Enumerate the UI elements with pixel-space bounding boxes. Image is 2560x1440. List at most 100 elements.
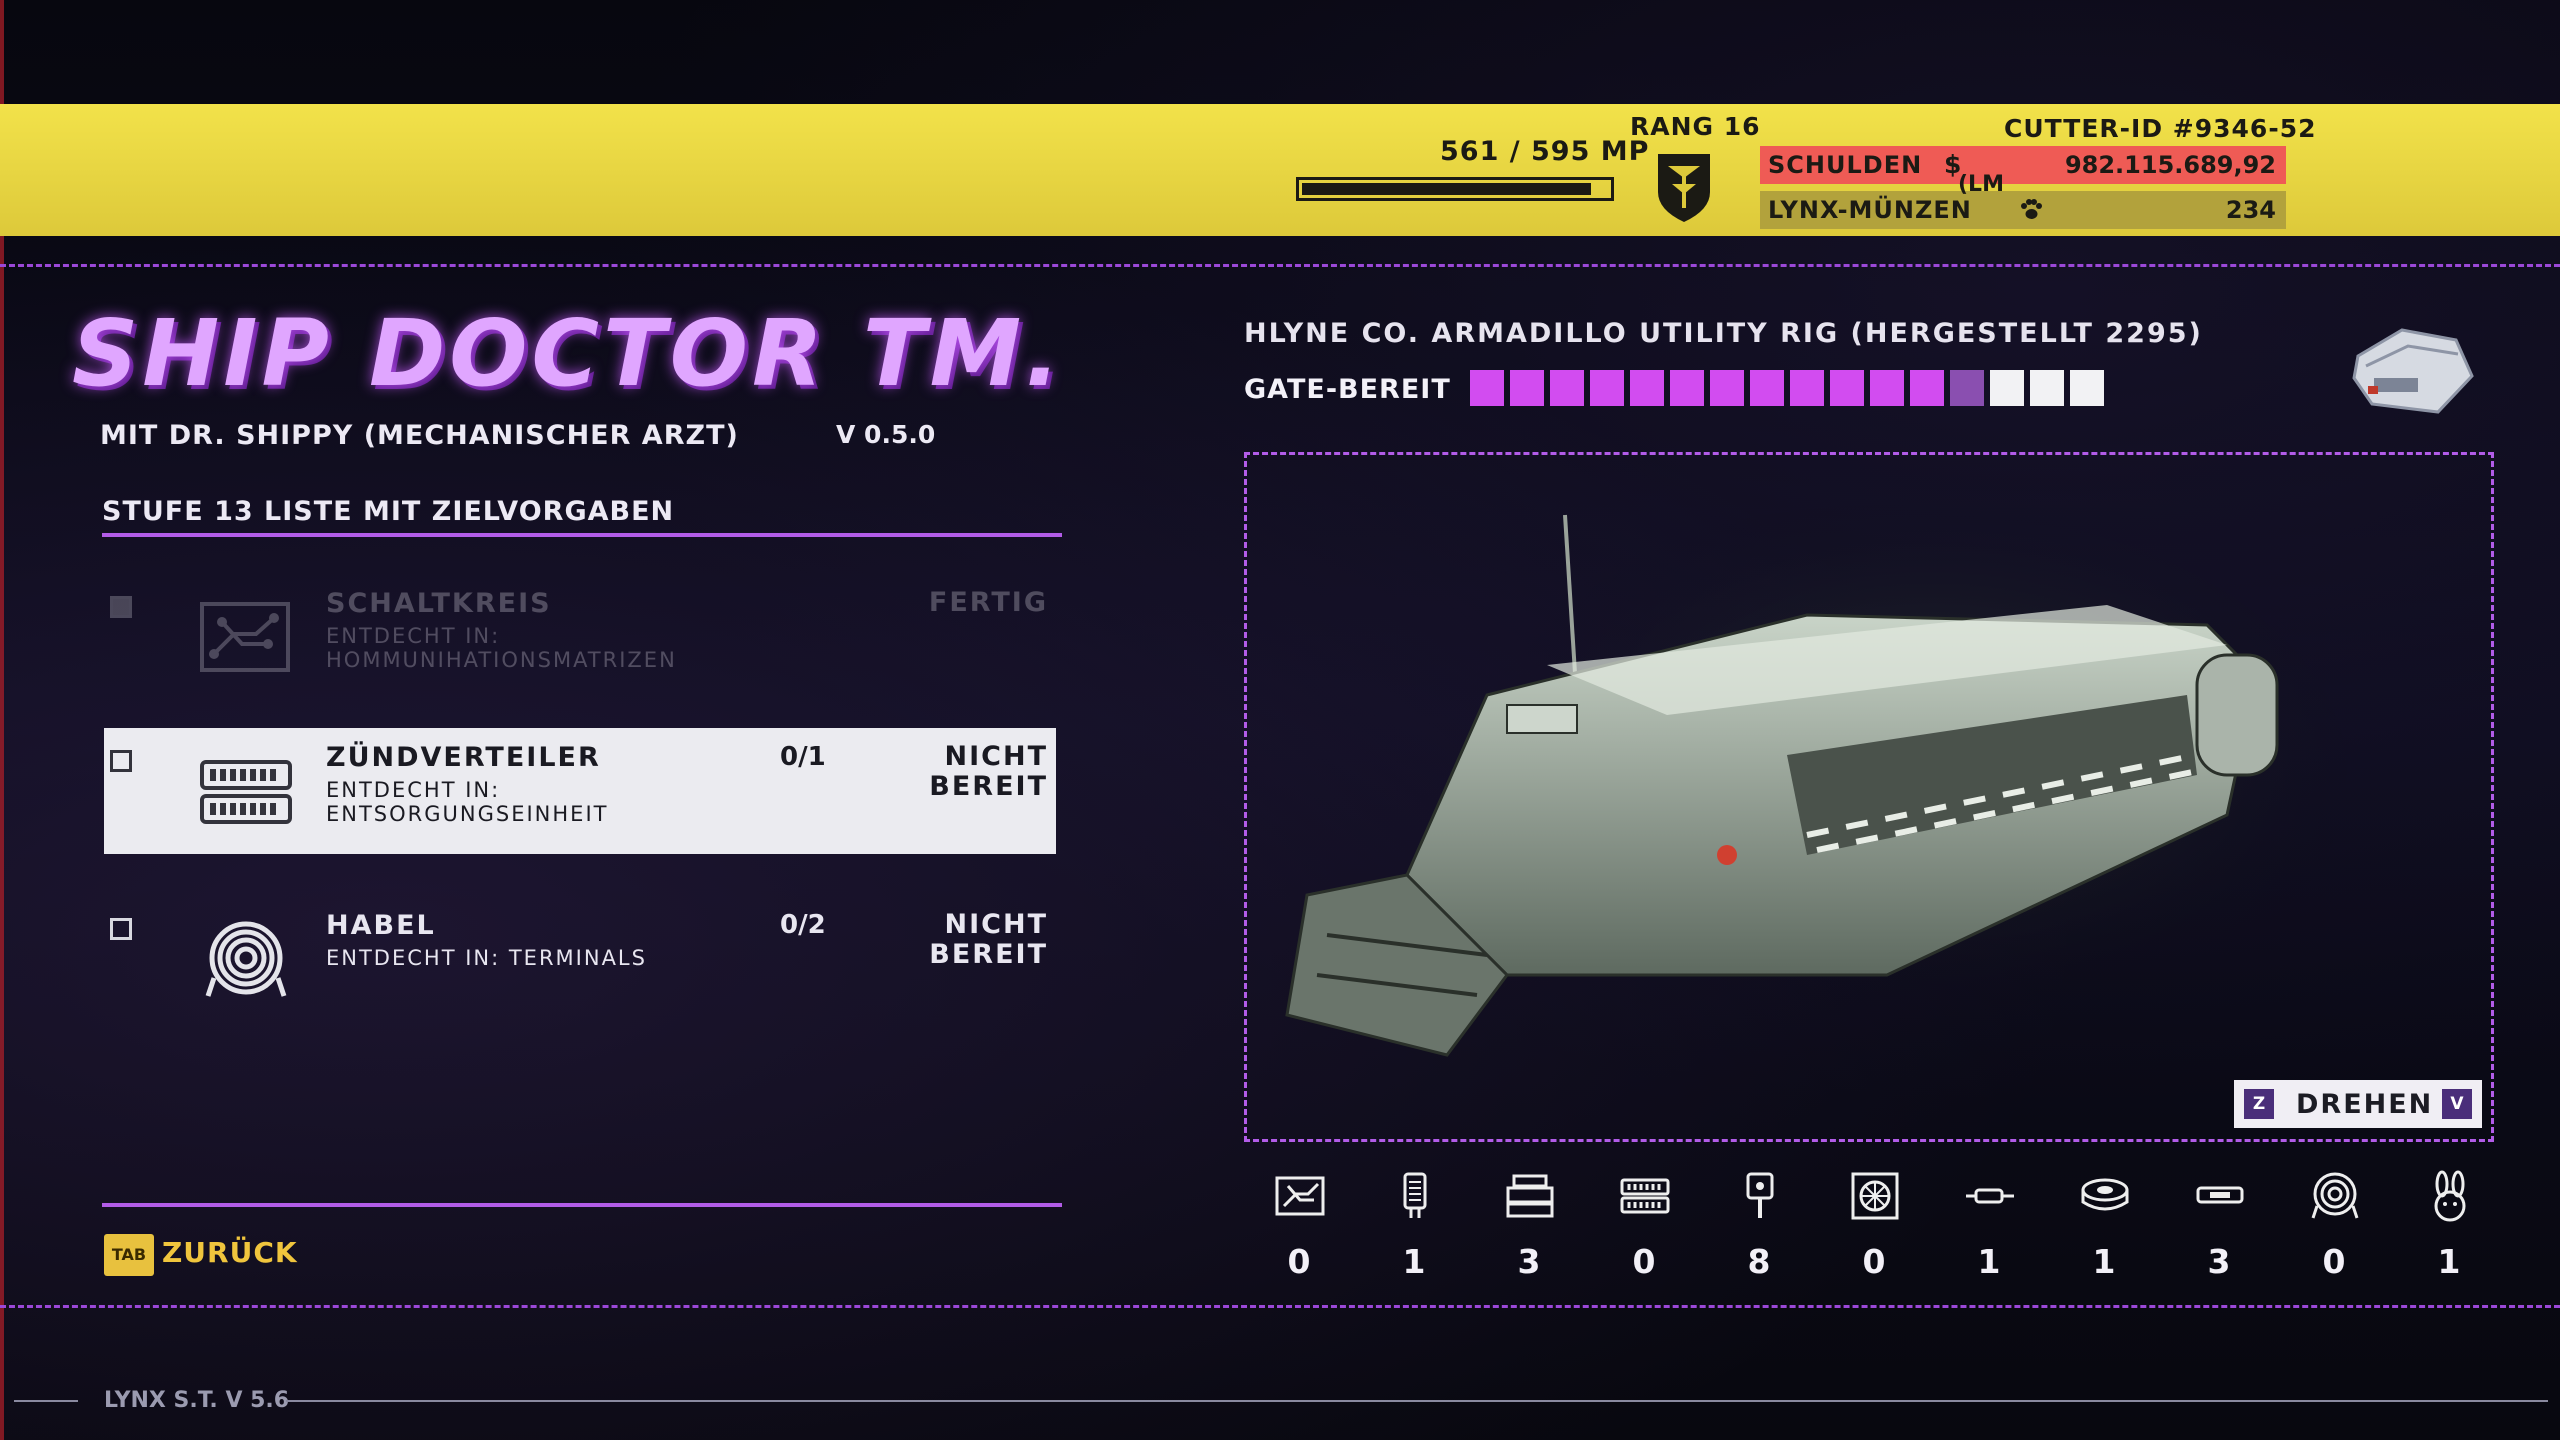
gate-segment bbox=[1710, 370, 1744, 406]
tab-key-hint[interactable]: TAB bbox=[104, 1234, 154, 1276]
inventory-fuse[interactable]: 1 bbox=[1371, 1168, 1457, 1288]
footer-rule-right bbox=[286, 1400, 2548, 1402]
debt-label: SCHULDEN bbox=[1768, 151, 1923, 179]
connector-icon bbox=[1966, 1188, 2014, 1204]
fan-unit-icon bbox=[1851, 1172, 1899, 1220]
gate-ready-label: GATE-BEREIT bbox=[1244, 374, 1451, 405]
objective-checkbox[interactable] bbox=[110, 750, 132, 772]
lm-tag: (LM bbox=[1958, 172, 2004, 197]
gate-ready-meter bbox=[1470, 370, 2104, 406]
paw-icon bbox=[2021, 199, 2042, 219]
gate-segment bbox=[1790, 370, 1824, 406]
inventory-cable-coil[interactable]: 0 bbox=[2291, 1168, 2377, 1288]
inventory-distributor[interactable]: 0 bbox=[1601, 1168, 1687, 1288]
inventory-count: 1 bbox=[1402, 1242, 1426, 1281]
cable-coil-icon bbox=[2311, 1172, 2359, 1219]
objective-status: FERTIG bbox=[928, 587, 1048, 618]
objective-name: SCHALTKREIS bbox=[326, 588, 552, 619]
gate-segment bbox=[1830, 370, 1864, 406]
gate-segment bbox=[2070, 370, 2104, 406]
inventory-count: 3 bbox=[1517, 1242, 1541, 1281]
inventory-count: 0 bbox=[1862, 1242, 1886, 1281]
circuit-board-icon bbox=[200, 602, 290, 672]
app-version: V 0.5.0 bbox=[836, 420, 936, 449]
circuit-board-icon bbox=[1275, 1176, 1325, 1216]
objective-checkbox[interactable] bbox=[110, 596, 132, 618]
inventory-count: 1 bbox=[2437, 1242, 2461, 1281]
app-title: SHIP DOCTOR TM. bbox=[72, 300, 1065, 407]
inventory-count: 1 bbox=[1977, 1242, 2001, 1281]
objective-name: HABEL bbox=[326, 910, 436, 941]
objective-count: 0/2 bbox=[780, 910, 826, 940]
inventory-tape-roll[interactable]: 1 bbox=[2061, 1168, 2147, 1288]
gate-segment bbox=[1470, 370, 1504, 406]
coins-label: LYNX-MÜNZEN bbox=[1768, 196, 1972, 224]
ship-3d-viewport[interactable] bbox=[1244, 452, 2494, 1142]
objective-item-habel[interactable]: HABEL ENTDECHT IN: TERMINALS 0/2 NICHT B… bbox=[104, 896, 1056, 1022]
coins-row: LYNX-MÜNZEN 234 bbox=[1760, 191, 2286, 229]
objective-status: NICHT BEREIT bbox=[929, 909, 1048, 970]
gate-segment bbox=[1670, 370, 1704, 406]
rotate-label: DREHEN bbox=[2296, 1089, 2434, 1120]
objective-location: ENTDECHT IN: ENTSORGUNGSEINHEIT bbox=[326, 778, 609, 826]
objective-count: 0/1 bbox=[780, 742, 826, 772]
inventory-bunny[interactable]: 1 bbox=[2406, 1168, 2492, 1288]
rotate-button[interactable]: Z DREHEN V bbox=[2234, 1080, 2482, 1128]
mp-progress-fill bbox=[1302, 183, 1591, 195]
mp-progress-bar bbox=[1296, 177, 1614, 201]
objective-item-zuendverteiler[interactable]: ZÜNDVERTEILER ENTDECHT IN: ENTSORGUNGSEI… bbox=[104, 728, 1056, 854]
pipe-icon bbox=[2196, 1186, 2244, 1204]
system-version: LYNX S.T. V 5.6 bbox=[104, 1388, 290, 1413]
gate-segment bbox=[1510, 370, 1544, 406]
fuse-icon bbox=[1403, 1172, 1427, 1218]
cutter-id: CUTTER-ID #9346-52 bbox=[2004, 114, 2317, 143]
footer-rule-left bbox=[14, 1400, 78, 1402]
inventory-count: 0 bbox=[1632, 1242, 1656, 1281]
heading-underline bbox=[102, 533, 1062, 537]
inventory-engine-block[interactable]: 3 bbox=[1486, 1168, 1572, 1288]
objective-checkbox[interactable] bbox=[110, 918, 132, 940]
engine-block-icon bbox=[1506, 1174, 1554, 1218]
gate-segment bbox=[1550, 370, 1584, 406]
bottom-divider bbox=[0, 1305, 2560, 1308]
inventory-bar: 0 1 3 0 8 0 1 1 3 0 1 bbox=[1256, 1168, 2492, 1288]
gate-segment bbox=[1590, 370, 1624, 406]
app-subtitle: MIT DR. SHIPPY (MECHANISCHER ARZT) bbox=[100, 420, 739, 451]
inventory-pipe[interactable]: 3 bbox=[2176, 1168, 2262, 1288]
objective-status: NICHT BEREIT bbox=[929, 741, 1048, 802]
gate-segment bbox=[1870, 370, 1904, 406]
rotate-key-left[interactable]: Z bbox=[2244, 1089, 2274, 1119]
gate-segment bbox=[1990, 370, 2024, 406]
gate-segment bbox=[1630, 370, 1664, 406]
objective-location: ENTDECHT IN: TERMINALS bbox=[326, 946, 647, 970]
ship-name: HLYNE CO. ARMADILLO UTILITY RIG (HERGEST… bbox=[1244, 318, 2203, 349]
inventory-count: 1 bbox=[2092, 1242, 2116, 1281]
ship-thumbnail bbox=[2352, 328, 2474, 414]
distributor-icon bbox=[200, 760, 292, 824]
distributor-icon bbox=[1620, 1178, 1670, 1214]
inventory-circuit-board[interactable]: 0 bbox=[1256, 1168, 1342, 1288]
ship-model-view bbox=[1285, 505, 2347, 1057]
top-divider bbox=[0, 264, 2560, 267]
inventory-count: 0 bbox=[2322, 1242, 2346, 1281]
footer-divider bbox=[102, 1203, 1062, 1207]
objective-item-schaltkreis[interactable]: SCHALTKREIS ENTDECHT IN: HOMMUNIHATIONSM… bbox=[104, 574, 1056, 700]
inventory-count: 8 bbox=[1747, 1242, 1771, 1281]
gate-segment bbox=[2030, 370, 2064, 406]
inventory-connector[interactable]: 1 bbox=[1946, 1168, 2032, 1288]
objective-name: ZÜNDVERTEILER bbox=[326, 742, 601, 773]
cable-coil-icon bbox=[205, 921, 287, 997]
inventory-fan-unit[interactable]: 0 bbox=[1831, 1168, 1917, 1288]
rank-label: RANG 16 bbox=[1630, 112, 1761, 141]
inventory-count: 3 bbox=[2207, 1242, 2231, 1281]
debt-row: SCHULDEN $ 982.115.689,92 bbox=[1760, 146, 2286, 184]
back-button[interactable]: ZURÜCK bbox=[162, 1236, 298, 1269]
inventory-count: 0 bbox=[1287, 1242, 1311, 1281]
gate-segment bbox=[1750, 370, 1784, 406]
inventory-plug[interactable]: 8 bbox=[1716, 1168, 1802, 1288]
rotate-key-right[interactable]: V bbox=[2442, 1089, 2472, 1119]
objective-list-heading: STUFE 13 LISTE MIT ZIELVORGABEN bbox=[102, 496, 675, 527]
gate-segment bbox=[1910, 370, 1944, 406]
bunny-icon bbox=[2434, 1170, 2466, 1222]
debt-value: 982.115.689,92 bbox=[2064, 151, 2276, 179]
